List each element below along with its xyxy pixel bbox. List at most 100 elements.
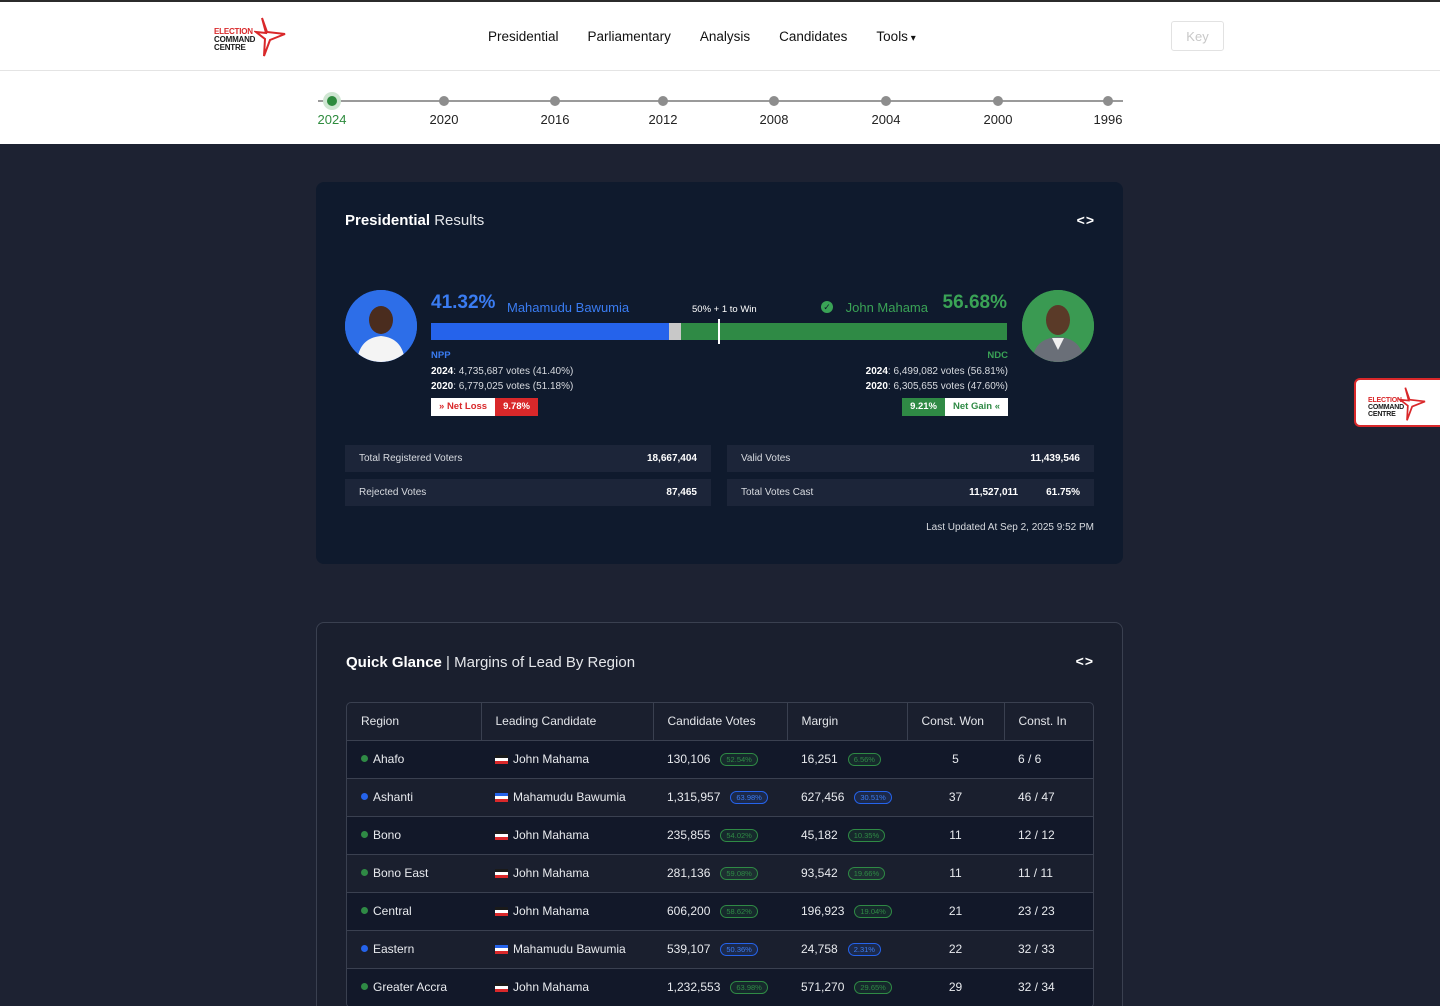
col-candidate-votes[interactable]: Candidate Votes	[653, 703, 788, 741]
region-cell: Bono	[347, 816, 481, 855]
other-share-segment	[669, 323, 681, 340]
votes-pct-pill: 63.98%	[730, 981, 768, 994]
timeline-year-1996[interactable]: 1996	[1078, 93, 1138, 127]
timeline-year-2020[interactable]: 2020	[414, 93, 474, 127]
bawumia-avatar	[345, 290, 417, 362]
embed-code-icon[interactable]: <>	[1076, 653, 1094, 669]
timeline-label: 2012	[648, 112, 678, 127]
ndc-party-label: NDC	[987, 350, 1008, 361]
col-leading-candidate[interactable]: Leading Candidate	[481, 703, 654, 741]
margin-pct-pill: 19.04%	[854, 905, 892, 918]
col-const-won[interactable]: Const. Won	[907, 703, 1005, 741]
votes-pct-pill: 59.08%	[720, 867, 758, 880]
timeline-label: 2008	[759, 112, 789, 127]
margin-pct-pill: 2.31%	[847, 943, 881, 956]
win-threshold-marker	[718, 319, 720, 344]
timeline-year-2024[interactable]: 2024	[302, 93, 362, 127]
timeline-dot	[327, 96, 337, 106]
party-flag-icon	[495, 793, 508, 802]
votes-cell: 281,136 59.08%	[653, 854, 787, 893]
votes-cell: 606,200 58.62%	[653, 892, 787, 931]
table-row[interactable]: Eastern Mahamudu Bawumia 539,107 50.36% 24,7…	[347, 930, 1093, 969]
floating-logo-badge[interactable]: ELECTION COMMAND CENTRE	[1354, 378, 1440, 427]
timeline-label: 2020	[429, 112, 459, 127]
party-dot	[361, 831, 368, 838]
candidate-cell: John Mahama	[481, 854, 653, 893]
const-won-cell: 11	[907, 816, 1004, 855]
double-chevron-down-icon: »​	[439, 401, 445, 412]
ndc-candidate-name[interactable]: John Mahama	[846, 300, 928, 315]
nav-analysis[interactable]: Analysis	[700, 29, 750, 44]
col-margin[interactable]: Margin	[787, 703, 908, 741]
nav-tools-dropdown[interactable]: Tools	[876, 29, 915, 44]
nav-parliamentary[interactable]: Parliamentary	[588, 29, 671, 44]
party-flag-icon	[495, 755, 508, 764]
margin-pct-pill: 10.35%	[847, 829, 886, 842]
table-row[interactable]: Ahafo John Mahama 130,106 52.54% 16,251 6.56%…	[347, 740, 1093, 779]
table-row[interactable]: Bono East John Mahama 281,136 59.08% 93,542 1…	[347, 854, 1093, 893]
const-in-cell: 32 / 33	[1004, 930, 1093, 969]
npp-candidate-name[interactable]: Mahamudu Bawumia	[507, 300, 629, 315]
col-const-in[interactable]: Const. In	[1004, 703, 1093, 741]
card-title: Presidential Results	[345, 212, 485, 229]
candidate-cell: Mahamudu Bawumia	[481, 778, 653, 817]
last-updated-text: Last Updated At Sep 2, 2025 9:52 PM	[926, 522, 1094, 533]
win-threshold-label: 50% + 1 to Win	[692, 304, 757, 315]
double-chevron-up-icon: «	[994, 401, 1000, 412]
votes-pct-pill: 50.36%	[720, 943, 758, 956]
timeline-year-2016[interactable]: 2016	[525, 93, 585, 127]
const-won-cell: 37	[907, 778, 1004, 817]
key-button[interactable]: Key	[1171, 21, 1224, 51]
party-flag-icon	[495, 831, 508, 840]
const-won-cell: 11	[907, 854, 1004, 893]
candidate-cell: John Mahama	[481, 968, 653, 1006]
vote-share-bar	[431, 319, 1007, 344]
margin-pct-pill: 19.66%	[847, 867, 886, 880]
valid-votes-stat: Valid Votes 11,439,546	[727, 445, 1094, 472]
timeline-year-2000[interactable]: 2000	[968, 93, 1028, 127]
ndc-share-segment	[680, 323, 1007, 340]
timeline-label: 1996	[1093, 112, 1123, 127]
star-icon	[254, 17, 286, 57]
votes-cell: 1,232,553 63.98%	[653, 968, 787, 1006]
region-cell: Central	[347, 892, 481, 931]
margin-cell: 45,182 10.35%	[787, 816, 907, 855]
votes-pct-pill: 58.62%	[720, 905, 758, 918]
party-dot	[361, 907, 368, 914]
table-row[interactable]: Ashanti Mahamudu Bawumia 1,315,957 63.98% 62…	[347, 778, 1093, 817]
margin-cell: 93,542 19.66%	[787, 854, 907, 893]
npp-party-label: NPP	[431, 350, 451, 361]
nav-candidates[interactable]: Candidates	[779, 29, 847, 44]
timeline-year-2008[interactable]: 2008	[744, 93, 804, 127]
votes-cell: 235,855 54.02%	[653, 816, 787, 855]
votes-pct-pill: 52.54%	[720, 753, 758, 766]
table-row[interactable]: Central John Mahama 606,200 58.62% 196,923 19…	[347, 892, 1093, 931]
region-cell: Eastern	[347, 930, 481, 969]
timeline-year-2004[interactable]: 2004	[856, 93, 916, 127]
party-flag-icon	[495, 869, 508, 878]
quick-glance-card: Quick Glance | Margins of Lead By Region…	[316, 622, 1123, 1006]
col-region[interactable]: Region	[347, 703, 482, 741]
table-row[interactable]: Greater Accra John Mahama 1,232,553 63.98% 5…	[347, 968, 1093, 1006]
margin-cell: 627,456 30.51%	[787, 778, 907, 817]
timeline-dot	[1103, 96, 1113, 106]
main-nav: Presidential Parliamentary Analysis Cand…	[488, 2, 945, 71]
timeline-label: 2016	[540, 112, 570, 127]
party-dot	[361, 869, 368, 876]
mahama-avatar	[1022, 290, 1094, 362]
const-won-cell: 5	[907, 740, 1004, 779]
margin-pct-pill: 29.65%	[854, 981, 892, 994]
votes-cell: 539,107 50.36%	[653, 930, 787, 969]
embed-code-icon[interactable]: <>	[1077, 212, 1095, 228]
const-won-cell: 21	[907, 892, 1004, 931]
logo-line-3: CENTRE	[214, 43, 246, 52]
registered-voters-stat: Total Registered Voters 18,667,404	[345, 445, 711, 472]
timeline-label: 2004	[871, 112, 901, 127]
nav-presidential[interactable]: Presidential	[488, 29, 559, 44]
timeline-dot	[550, 96, 560, 106]
const-in-cell: 11 / 11	[1004, 854, 1093, 893]
election-command-centre-logo[interactable]: ELECTION COMMAND CENTRE	[214, 16, 290, 60]
table-row[interactable]: Bono John Mahama 235,855 54.02% 45,182 10.35%…	[347, 816, 1093, 855]
timeline-year-2012[interactable]: 2012	[633, 93, 693, 127]
margin-cell: 571,270 29.65%	[787, 968, 907, 1006]
